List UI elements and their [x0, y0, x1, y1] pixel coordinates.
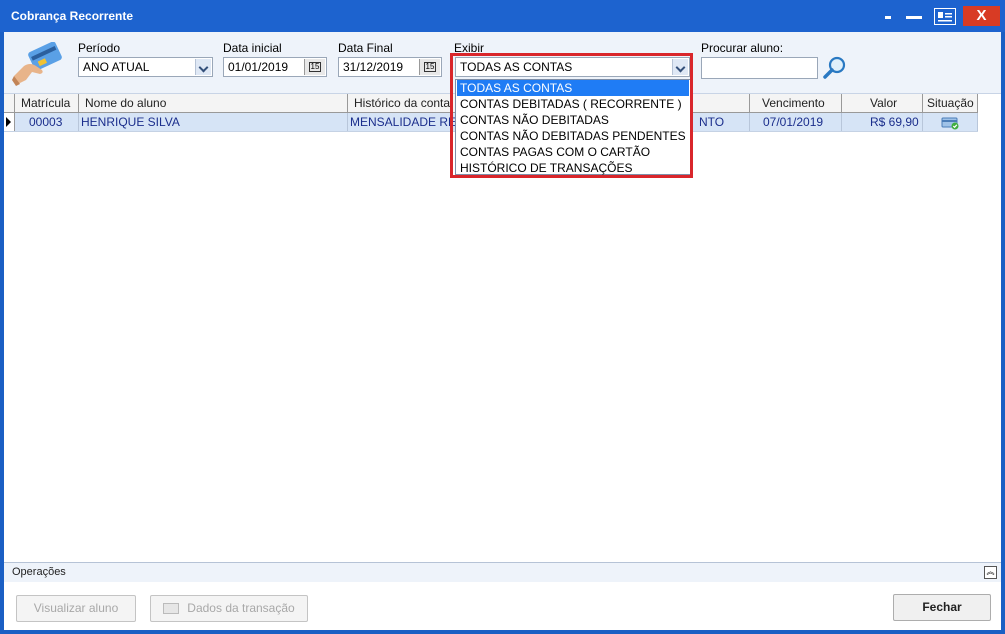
- collapse-icon[interactable]: ︽: [984, 566, 997, 579]
- row-indicator-header: [4, 94, 15, 112]
- window-title: Cobrança Recorrente: [11, 9, 134, 23]
- search-input[interactable]: [701, 57, 818, 79]
- data-inicial-label: Data inicial: [223, 41, 282, 55]
- card-icon: [163, 603, 180, 615]
- data-inicial-field[interactable]: 01/01/2019 15: [223, 57, 327, 77]
- cell-vencimento: 07/01/2019: [750, 113, 842, 131]
- minimize-small-icon[interactable]: [882, 7, 896, 26]
- search-icon[interactable]: [821, 55, 849, 81]
- chevron-down-icon[interactable]: [195, 59, 211, 75]
- visualizar-aluno-button[interactable]: Visualizar aluno: [16, 595, 136, 622]
- periodo-label: Período: [78, 41, 121, 55]
- option-contas-nao-debitadas[interactable]: CONTAS NÃO DEBITADAS: [457, 112, 689, 128]
- col-nome[interactable]: Nome do aluno: [79, 94, 348, 112]
- periodo-value: ANO ATUAL: [83, 60, 150, 74]
- close-button[interactable]: X: [963, 6, 1000, 26]
- data-final-label: Data Final: [338, 41, 393, 55]
- cell-nome: HENRIQUE SILVA: [79, 113, 348, 131]
- col-matricula[interactable]: Matrícula: [15, 94, 79, 112]
- option-contas-nao-debitadas-pendentes[interactable]: CONTAS NÃO DEBITADAS PENDENTES: [457, 128, 689, 144]
- dados-transacao-label: Dados da transação: [187, 601, 295, 615]
- periodo-select[interactable]: ANO ATUAL: [78, 57, 213, 77]
- credit-card-hand-icon: [12, 41, 64, 86]
- cell-historico-text: MENSALIDADE RE: [350, 115, 457, 129]
- option-historico-transacoes[interactable]: HISTÓRICO DE TRANSAÇÕES: [457, 160, 689, 176]
- calendar-icon[interactable]: 15: [304, 59, 325, 75]
- data-final-field[interactable]: 31/12/2019 15: [338, 57, 442, 77]
- exibir-label: Exibir: [454, 41, 485, 55]
- contact-card-icon[interactable]: [934, 8, 956, 25]
- col-situacao[interactable]: Situação: [923, 94, 978, 112]
- fechar-button[interactable]: Fechar: [893, 594, 991, 621]
- minimize-button[interactable]: [903, 7, 925, 26]
- procurar-label: Procurar aluno:: [701, 41, 784, 55]
- cell-historico-tail: NTO: [699, 115, 725, 129]
- cell-situacao: [923, 113, 978, 131]
- operations-label: Operações: [12, 566, 66, 578]
- option-todas-as-contas[interactable]: TODAS AS CONTAS: [457, 80, 689, 96]
- data-inicial-value: 01/01/2019: [228, 60, 289, 74]
- cell-matricula: 00003: [15, 113, 79, 131]
- option-contas-debitadas[interactable]: CONTAS DEBITADAS ( RECORRENTE ): [457, 96, 689, 112]
- card-check-icon: [941, 115, 959, 130]
- dados-transacao-button[interactable]: Dados da transação: [150, 595, 308, 622]
- exibir-value: TODAS AS CONTAS: [460, 60, 573, 74]
- exibir-dropdown-list: TODAS AS CONTAS CONTAS DEBITADAS ( RECOR…: [455, 79, 691, 175]
- option-contas-pagas-cartao[interactable]: CONTAS PAGAS COM O CARTÃO: [457, 144, 689, 160]
- col-valor[interactable]: Valor: [842, 94, 923, 112]
- chevron-down-icon[interactable]: [672, 59, 688, 75]
- title-bar: Cobrança Recorrente X: [0, 0, 1005, 32]
- footer: Visualizar aluno Dados da transação Fech…: [4, 582, 1001, 630]
- row-indicator-icon: [4, 113, 15, 131]
- calendar-icon[interactable]: 15: [419, 59, 440, 75]
- window-client: Período ANO ATUAL Data inicial 01/01/201…: [4, 32, 1001, 630]
- cell-valor: R$ 69,90: [842, 113, 923, 131]
- operations-bar: Operações ︽: [4, 562, 1001, 583]
- exibir-select[interactable]: TODAS AS CONTAS: [455, 57, 690, 77]
- col-vencimento[interactable]: Vencimento: [750, 94, 842, 112]
- data-final-value: 31/12/2019: [343, 60, 404, 74]
